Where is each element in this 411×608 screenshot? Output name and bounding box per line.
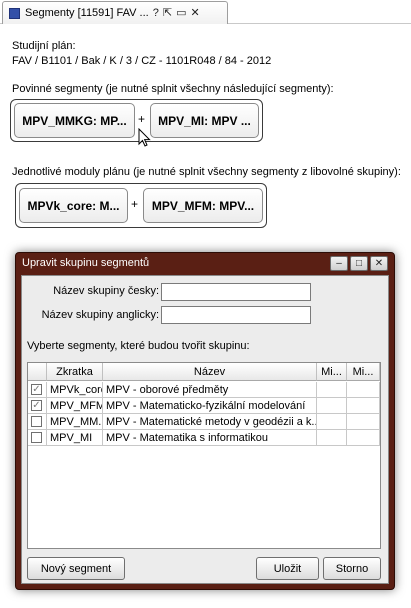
row-cell — [347, 414, 380, 430]
name-cz-input[interactable] — [161, 283, 311, 301]
tab-title: Segmenty [11591] FAV ... — [25, 7, 149, 19]
plan-value: FAV / B1101 / Bak / K / 3 / CZ - 1101R04… — [12, 55, 272, 67]
row-name: MPV - Matematicko-fyzikální modelování — [103, 398, 317, 414]
column-header-check[interactable] — [28, 363, 47, 381]
view-icon — [9, 7, 20, 19]
name-cz-label: Název skupiny česky: — [53, 285, 159, 297]
column-header-mi2[interactable]: Mi... — [347, 363, 380, 381]
row-cell — [317, 430, 347, 446]
table-row[interactable]: ✓ MPVk_core MPV - oborové předměty — [28, 382, 380, 398]
dialog-titlebar[interactable]: Upravit skupinu segmentů – □ ✕ — [16, 253, 394, 275]
row-cell — [317, 382, 347, 398]
new-segment-button[interactable]: Nový segment — [27, 557, 125, 580]
segment-button-mi[interactable]: MPV_MI: MPV ... — [150, 103, 259, 138]
column-header-name[interactable]: Název — [103, 363, 317, 381]
segment-button-core[interactable]: MPVk_core: M... — [19, 188, 128, 223]
row-cell — [347, 430, 380, 446]
plus-sign: + — [131, 197, 139, 211]
close-icon[interactable]: ✕ — [370, 256, 388, 271]
maximize-icon[interactable]: □ — [350, 256, 368, 271]
name-en-input[interactable] — [161, 306, 311, 324]
table-row[interactable]: MPV_MI MPV - Matematika s informatikou — [28, 430, 380, 446]
column-header-mi1[interactable]: Mi... — [317, 363, 347, 381]
row-checkbox[interactable]: ✓ — [31, 384, 42, 395]
dialog-title: Upravit skupinu segmentů — [22, 257, 150, 269]
pin-icon[interactable]: ? — [153, 7, 159, 19]
row-code: MPVk_core — [47, 382, 103, 398]
tab-bar: Segmenty [11591] FAV ... ? ⇱ ▭ ✕ — [0, 0, 411, 24]
row-name: MPV - oborové předměty — [103, 382, 317, 398]
cancel-button[interactable]: Storno — [323, 557, 381, 580]
row-checkbox[interactable] — [31, 432, 42, 443]
row-cell — [317, 414, 347, 430]
row-name: MPV - Matematika s informatikou — [103, 430, 317, 446]
mouse-cursor-icon — [138, 128, 151, 147]
maximize-icon[interactable]: ▭ — [176, 7, 186, 19]
row-cell — [347, 382, 380, 398]
segment-button-mfm[interactable]: MPV_MFM: MPV... — [143, 188, 263, 223]
plan-label: Studijní plán: — [12, 40, 76, 52]
row-cell — [347, 398, 380, 414]
row-checkbox[interactable] — [31, 416, 42, 427]
segments-table: Zkratka Název Mi... Mi... ✓ MPVk_core MP… — [27, 362, 381, 549]
table-row[interactable]: MPV_MM... MPV - Matematické metody v geo… — [28, 414, 380, 430]
name-en-label: Název skupiny anglicky: — [41, 309, 159, 321]
detach-icon[interactable]: ⇱ — [163, 7, 172, 19]
row-cell — [317, 398, 347, 414]
modules-label: Jednotlivé moduly plánu (je nutné splnit… — [12, 166, 401, 178]
save-button[interactable]: Uložit — [256, 557, 319, 580]
edit-group-dialog: Upravit skupinu segmentů – □ ✕ Název sku… — [15, 252, 395, 590]
table-row[interactable]: ✓ MPV_MFM MPV - Matematicko-fyzikální mo… — [28, 398, 380, 414]
close-icon[interactable]: ✕ — [190, 7, 199, 19]
tab-segmenty[interactable]: Segmenty [11591] FAV ... ? ⇱ ▭ ✕ — [2, 1, 228, 24]
dialog-body: Název skupiny česky: Název skupiny angli… — [21, 275, 389, 584]
segment-button-mmkg[interactable]: MPV_MMKG: MP... — [14, 103, 135, 138]
plus-sign: + — [138, 112, 146, 126]
select-segments-label: Vyberte segmenty, které budou tvořit sku… — [27, 340, 250, 352]
row-code: MPV_MM... — [47, 414, 103, 430]
row-name: MPV - Matematické metody v geodézii a k.… — [103, 414, 317, 430]
minimize-icon[interactable]: – — [330, 256, 348, 271]
row-checkbox[interactable]: ✓ — [31, 400, 42, 411]
column-header-code[interactable]: Zkratka — [47, 363, 103, 381]
mandatory-label: Povinné segmenty (je nutné splnit všechn… — [12, 83, 334, 95]
row-code: MPV_MI — [47, 430, 103, 446]
row-code: MPV_MFM — [47, 398, 103, 414]
